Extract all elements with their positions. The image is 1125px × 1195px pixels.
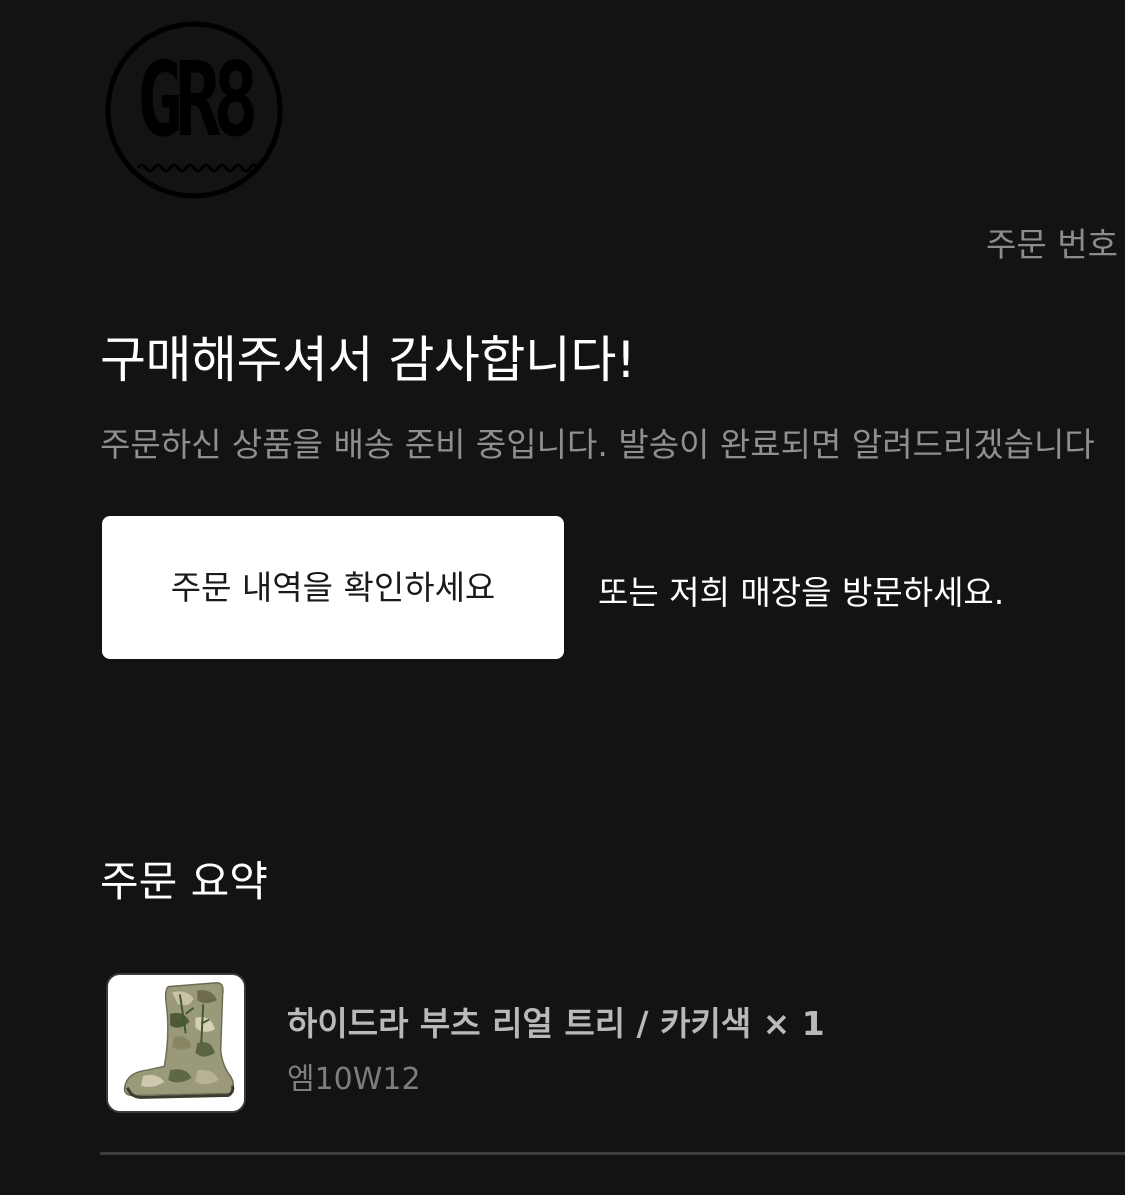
page-title: 구매해주셔서 감사합니다! bbox=[100, 331, 636, 389]
brand-logo[interactable]: GR8 bbox=[104, 20, 284, 200]
visit-store-text: 또는 저희 매장을 방문하세요. bbox=[598, 573, 1005, 612]
camo-boot-image bbox=[108, 975, 244, 1111]
order-number-label: 주문 번호 bbox=[986, 225, 1118, 264]
product-image bbox=[106, 973, 246, 1113]
svg-text:GR8: GR8 bbox=[137, 40, 254, 160]
summary-divider bbox=[100, 1152, 1125, 1155]
product-variant: 엠10W12 bbox=[287, 1062, 421, 1097]
gr8-logo-icon: GR8 bbox=[105, 21, 283, 199]
product-name: 하이드라 부츠 리얼 트리 / 카키색 × 1 bbox=[287, 1004, 825, 1043]
view-order-button[interactable]: 주문 내역을 확인하세요 bbox=[102, 516, 564, 659]
shipping-status-message: 주문하신 상품을 배송 준비 중입니다. 발송이 완료되면 알려드리겠습니다 bbox=[100, 425, 1095, 464]
order-summary-heading: 주문 요약 bbox=[100, 857, 268, 906]
